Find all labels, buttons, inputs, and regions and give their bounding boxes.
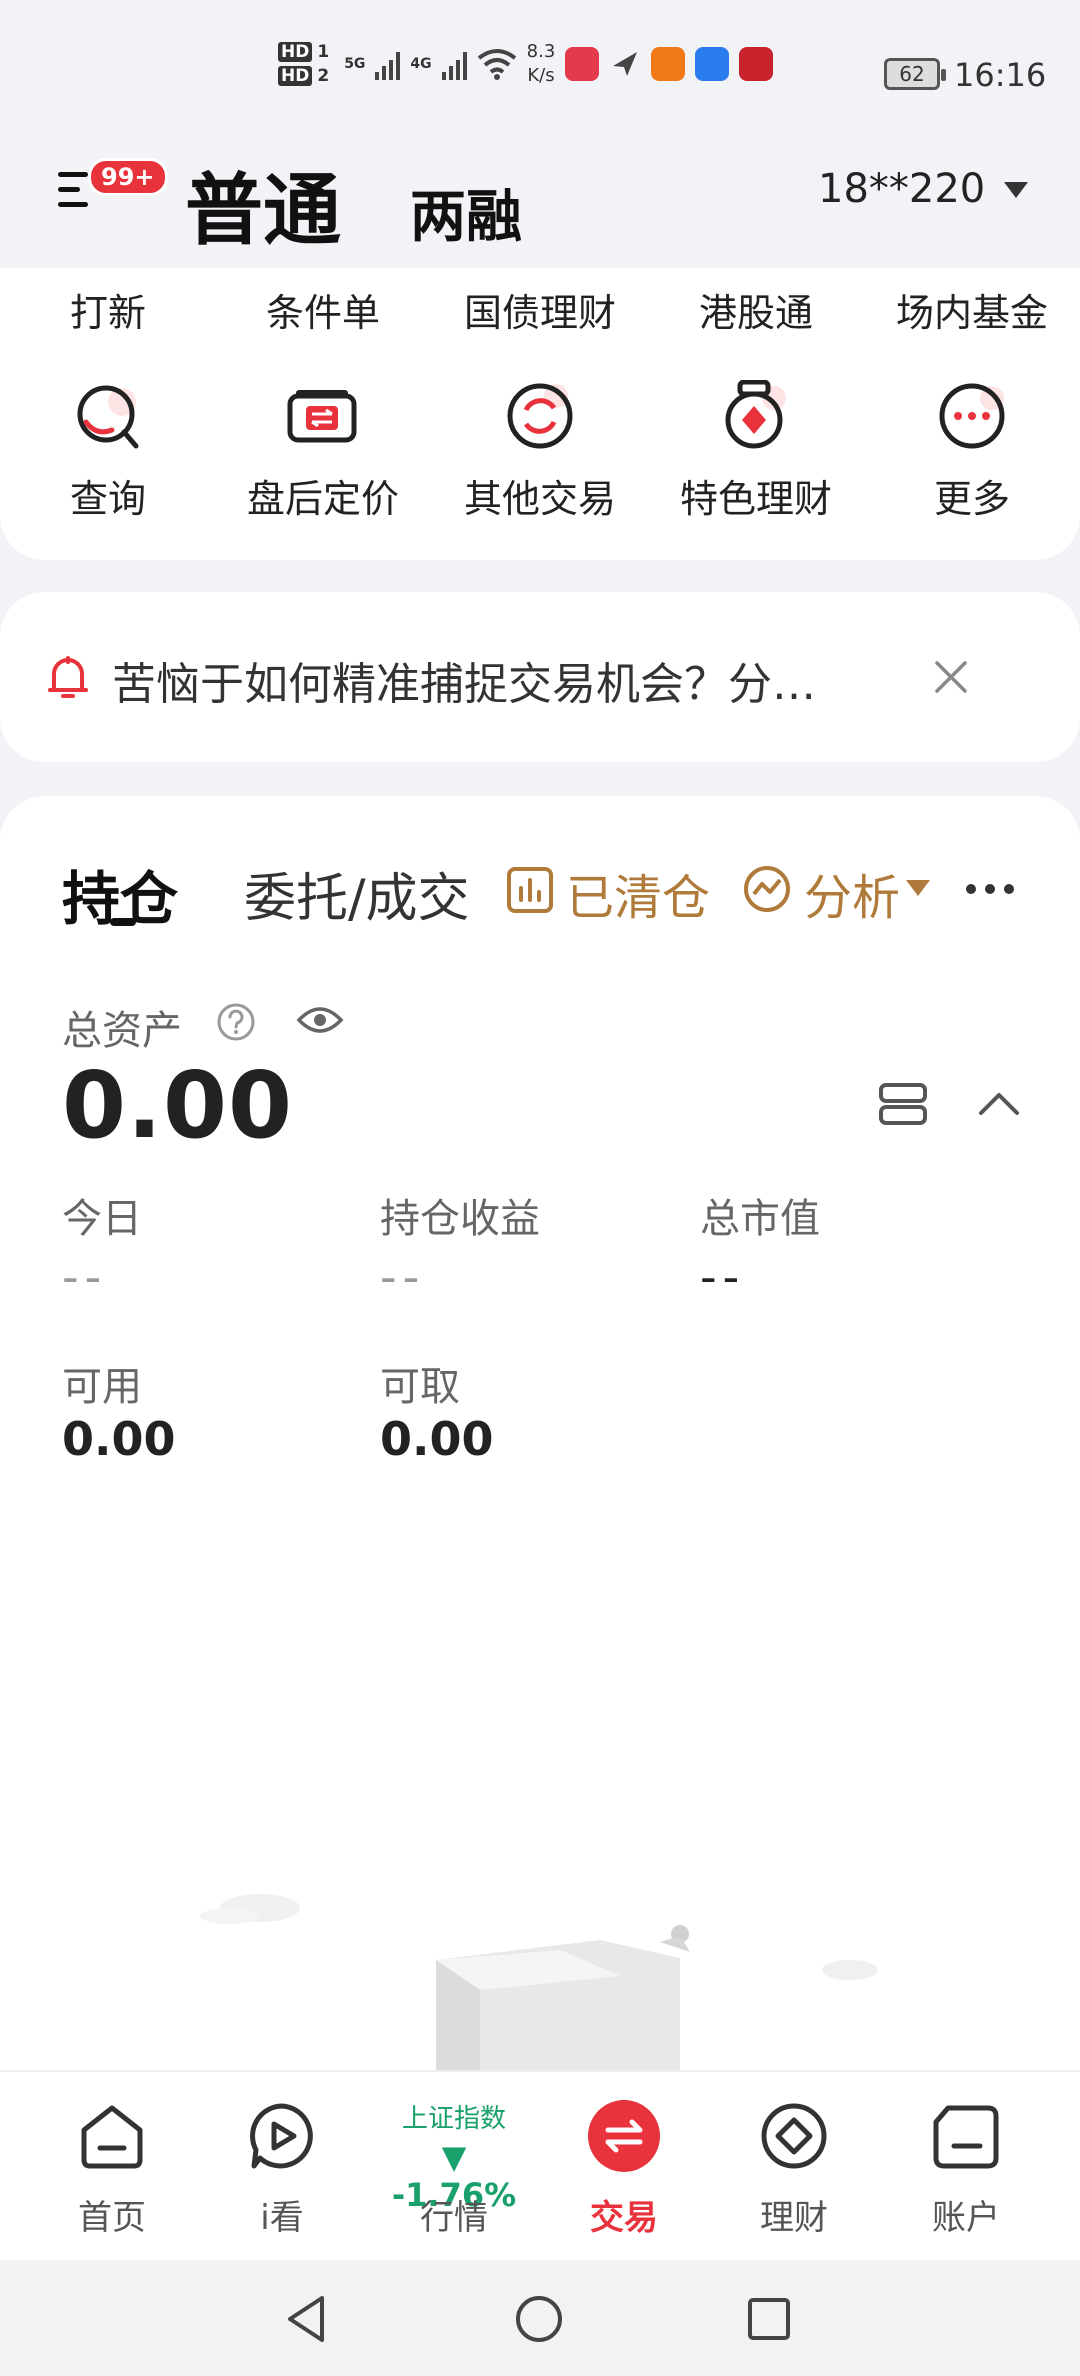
signal-icon: [375, 48, 401, 80]
action-after-hours-label[interactable]: 盘后定价: [223, 468, 423, 523]
action-more-label[interactable]: 更多: [872, 468, 1072, 523]
today-profit-value: --: [62, 1250, 108, 1304]
net-speed: 8.3 K/s: [527, 40, 556, 88]
link-treasury[interactable]: 国债理财: [440, 282, 640, 337]
app-notification-icon: [565, 47, 600, 81]
home-circle-icon[interactable]: [514, 2294, 564, 2344]
available-value: 0.00: [62, 1412, 176, 1466]
featured-wealth-icon[interactable]: [718, 380, 790, 452]
link-hk-connect[interactable]: 港股通: [656, 282, 856, 337]
layout-toggle-icon[interactable]: [878, 1082, 928, 1126]
tab-margin-account[interactable]: 两融: [410, 172, 522, 253]
video-play-icon[interactable]: [246, 2100, 318, 2172]
market-value-label: 总市值: [700, 1196, 820, 1242]
signal2-icon: [441, 48, 467, 80]
account-selector[interactable]: 18**220: [818, 166, 985, 212]
hd2-sub: 2: [317, 66, 330, 86]
hd-indicators: HD 1 HD 2: [278, 40, 334, 88]
analysis-button[interactable]: 分析: [804, 858, 900, 928]
network-indicators: HD 1 HD 2 5G 4G 8.3 K/s: [278, 40, 774, 88]
search-icon[interactable]: [72, 380, 144, 452]
nav-watch[interactable]: i看: [202, 2190, 362, 2239]
home-icon[interactable]: [76, 2100, 148, 2172]
notice-text[interactable]: 苦恼于如何精准捕捉交易机会？分…: [112, 648, 816, 712]
link-conditional-order[interactable]: 条件单: [223, 282, 423, 337]
withdrawable-label: 可取: [380, 1364, 460, 1410]
close-icon[interactable]: [934, 660, 968, 694]
tab-normal-account[interactable]: 普通: [185, 148, 341, 260]
empty-state-illustration: [200, 1894, 878, 2070]
total-assets-value: 0.00: [62, 1052, 293, 1159]
link-etf[interactable]: 场内基金: [872, 282, 1072, 337]
total-assets-label: 总资产: [62, 1008, 182, 1054]
more-options-icon[interactable]: [966, 884, 1014, 894]
hd2-label: HD: [278, 66, 313, 86]
link-ipo[interactable]: 打新: [8, 282, 208, 337]
net2-label: 4G: [410, 56, 432, 72]
nav-home[interactable]: 首页: [32, 2190, 192, 2239]
battery-icon: 62: [884, 58, 946, 90]
active-tab-indicator: [110, 918, 136, 926]
eye-icon[interactable]: [296, 1002, 344, 1038]
wealth-icon[interactable]: [758, 2100, 830, 2172]
nav-account[interactable]: 账户: [886, 2190, 1046, 2239]
market-value-value: --: [700, 1250, 746, 1304]
bell-icon: [48, 656, 88, 698]
help-icon[interactable]: [216, 1002, 256, 1042]
today-profit-label: 今日: [62, 1196, 142, 1242]
message-count-badge: 99+: [88, 158, 168, 196]
hd1-sub: 1: [317, 42, 330, 62]
net-speed-value: 8.3: [526, 41, 556, 62]
paper-plane-icon: [613, 52, 638, 76]
net1-label: 5G: [344, 56, 366, 72]
more-icon[interactable]: [936, 380, 1008, 452]
analysis-caret-icon[interactable]: [906, 880, 930, 896]
hd1-label: HD: [278, 42, 313, 62]
holding-profit-value: --: [380, 1250, 426, 1304]
chevron-up-icon[interactable]: [978, 1090, 1020, 1116]
net-speed-unit: K/s: [527, 65, 555, 86]
index-name[interactable]: 上证指数: [374, 2098, 534, 2135]
bank-app-icon: [739, 47, 774, 81]
action-other-trade-label[interactable]: 其他交易: [440, 468, 640, 523]
chevron-down-icon[interactable]: [1004, 182, 1028, 198]
chart-bar-icon[interactable]: [506, 866, 554, 914]
app-notification3-icon: [695, 47, 730, 81]
app-notification2-icon: [651, 47, 686, 81]
recents-icon[interactable]: [746, 2296, 792, 2342]
action-featured-wealth-label[interactable]: 特色理财: [656, 468, 856, 523]
action-query-label[interactable]: 查询: [8, 468, 208, 523]
analysis-icon[interactable]: [742, 864, 792, 914]
available-label: 可用: [62, 1364, 142, 1410]
nav-market[interactable]: 行情: [374, 2190, 534, 2239]
wifi-icon: [477, 49, 516, 80]
cleared-positions-button[interactable]: 已清仓: [566, 858, 710, 928]
back-icon[interactable]: [284, 2294, 328, 2344]
status-bar: HD 1 HD 2 5G 4G 8.3 K/s 62 16:16: [0, 0, 1080, 140]
nav-trade[interactable]: 交易: [544, 2190, 704, 2239]
clock: 16:16: [954, 56, 1047, 94]
tab-orders[interactable]: 委托/成交: [244, 856, 470, 931]
other-trade-icon[interactable]: [504, 380, 576, 452]
account-icon[interactable]: [930, 2100, 1002, 2172]
after-hours-pricing-icon[interactable]: [286, 380, 358, 452]
trade-icon[interactable]: [588, 2100, 660, 2172]
withdrawable-value: 0.00: [380, 1412, 494, 1466]
nav-wealth[interactable]: 理财: [714, 2190, 874, 2239]
holding-profit-label: 持仓收益: [380, 1196, 540, 1242]
